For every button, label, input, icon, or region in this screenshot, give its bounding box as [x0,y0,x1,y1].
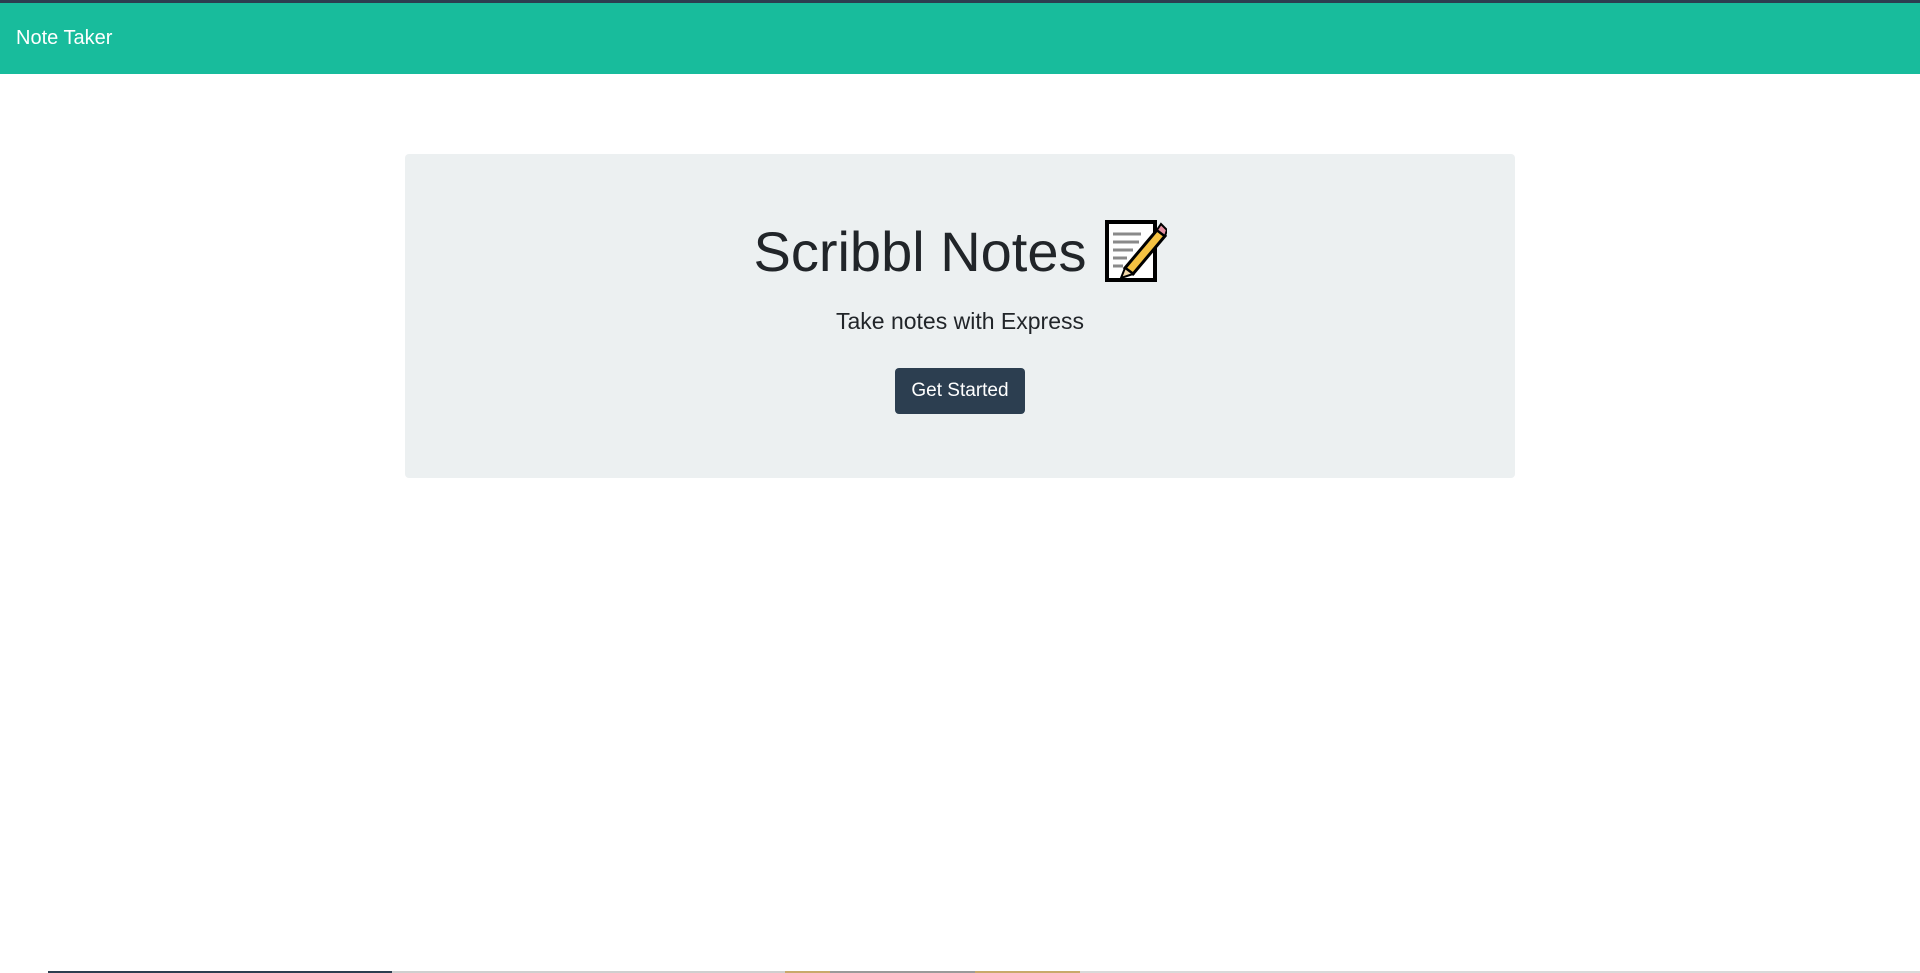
page-title: Scribbl Notes [753,220,1087,283]
memo-icon [1103,220,1168,284]
hero-title-row: Scribbl Notes [405,220,1515,284]
navbar: Note Taker [0,3,1920,74]
hero-subtitle: Take notes with Express [835,308,1084,334]
navbar-brand[interactable]: Note Taker [16,27,112,50]
get-started-button[interactable]: Get Started [895,368,1025,414]
hero-jumbotron: Scribbl Notes Take notes with Express Ge… [405,154,1515,478]
